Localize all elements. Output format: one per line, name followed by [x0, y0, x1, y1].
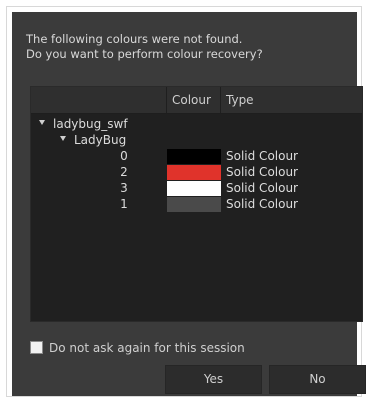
do-not-ask-checkbox[interactable]: [30, 341, 43, 354]
tree-node-group-label: LadyBug: [74, 133, 127, 147]
colour-swatch: [167, 181, 221, 196]
message-line-1: The following colours were not found.: [26, 32, 243, 46]
tree-node-group[interactable]: LadyBug: [60, 133, 126, 148]
colour-type: Solid Colour: [226, 197, 298, 211]
missing-colours-tree[interactable]: Colour Type ladybug_swf LadyBug 0 Solid …: [30, 86, 363, 322]
tree-row-colour[interactable]: 1 Solid Colour: [31, 197, 362, 212]
colour-type: Solid Colour: [226, 165, 298, 179]
column-header-type[interactable]: Type: [221, 87, 362, 113]
tree-row-colour[interactable]: 2 Solid Colour: [31, 165, 362, 180]
tree-node-root-label: ladybug_swf: [53, 117, 128, 131]
tree-row-colour[interactable]: 0 Solid Colour: [31, 149, 362, 164]
colour-index: 3: [120, 181, 128, 195]
colour-index: 2: [120, 165, 128, 179]
tree-header: Colour Type: [31, 87, 362, 114]
column-header-name[interactable]: [31, 87, 167, 113]
tree-node-root[interactable]: ladybug_swf: [39, 117, 128, 132]
dialog-message: The following colours were not found. Do…: [26, 32, 263, 62]
colour-type: Solid Colour: [226, 181, 298, 195]
colour-type: Solid Colour: [226, 149, 298, 163]
colour-swatch: [167, 197, 221, 212]
message-line-2: Do you want to perform colour recovery?: [26, 47, 263, 61]
colour-swatch: [167, 149, 221, 164]
do-not-ask-label[interactable]: Do not ask again for this session: [49, 341, 245, 355]
no-button[interactable]: No: [269, 365, 366, 394]
expand-arrow-icon[interactable]: [60, 136, 66, 141]
do-not-ask-option[interactable]: Do not ask again for this session: [30, 340, 245, 356]
yes-button[interactable]: Yes: [165, 365, 262, 394]
tree-row-colour[interactable]: 3 Solid Colour: [31, 181, 362, 196]
colour-index: 1: [120, 197, 128, 211]
expand-arrow-icon[interactable]: [39, 120, 45, 125]
colour-index: 0: [120, 149, 128, 163]
column-header-colour[interactable]: Colour: [167, 87, 221, 113]
colour-recovery-dialog: The following colours were not found. Do…: [12, 12, 366, 396]
colour-swatch: [167, 165, 221, 180]
